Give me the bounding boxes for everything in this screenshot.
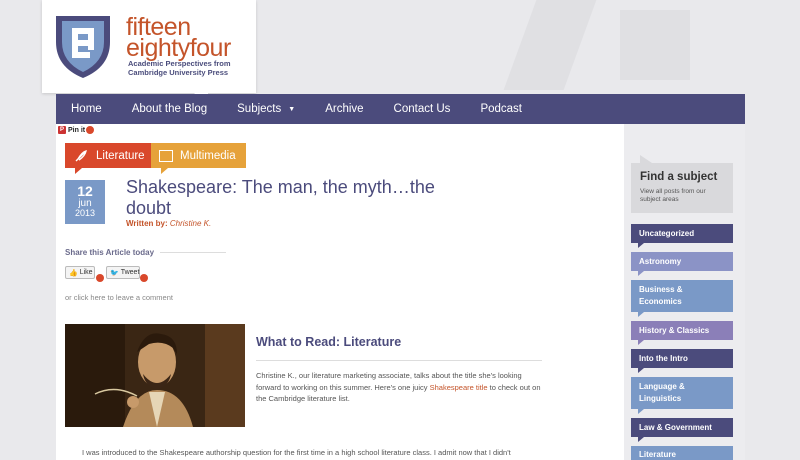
nav-label: Podcast [480,103,522,115]
notification-dot-icon [96,274,104,282]
brand-line-2: eightyfour [126,34,231,62]
sidebar-item-tail [638,340,644,345]
date-year: 2013 [74,208,96,218]
pin-it-button[interactable]: P Pin it [58,126,95,134]
section-heading: What to Read: Literature [256,335,402,349]
body-paragraph: I was introduced to the Shakespeare auth… [82,448,511,457]
sidebar-item-label: Law & Government [639,422,712,432]
byline: Written by: Christine K. [126,219,211,228]
sidebar-item-label: Uncategorized [639,228,695,238]
main-nav: Home About the Blog Subjects ▼ Archive Co… [56,94,745,124]
tweet-button[interactable]: 🐦 Tweet [106,266,140,279]
sidebar-item-tail [638,312,644,317]
category-label: Literature [96,149,145,162]
pinterest-icon: P [58,126,66,134]
shakespeare-title-link[interactable]: Shakespeare title [430,383,488,392]
sidebar-item-label: Astronomy [639,256,682,266]
sidebar-item-uncategorized[interactable]: Uncategorized [631,224,733,248]
nav-label: About the Blog [131,103,208,115]
category-tail [75,168,82,174]
find-subject-box[interactable]: Find a subject View all posts from our s… [631,155,733,213]
nav-archive[interactable]: Archive [310,94,378,124]
thumbs-up-icon: 👍 [69,269,78,277]
nav-label: Home [71,103,102,115]
notification-dot-icon [140,274,148,282]
media-icon [159,149,173,162]
find-subject-title: Find a subject [640,171,718,183]
byline-label: Written by: [126,219,168,228]
find-flag-tail [640,155,652,163]
nav-subjects[interactable]: Subjects ▼ [222,94,310,124]
author-link[interactable]: Christine K. [170,219,211,228]
sidebar-item-tail [638,409,644,414]
portrait-illustration [65,324,245,427]
twitter-bird-icon: 🐦 [110,269,119,277]
sidebar-item-label: Into the Intro [639,353,688,363]
sidebar-item-label: Business & Economics [639,285,683,306]
sidebar-item-history-classics[interactable]: History & Classics [631,321,733,345]
sidebar-item-language-linguistics[interactable]: Language & Linguistics [631,377,733,414]
category-multimedia[interactable]: Multimedia [151,143,246,174]
sidebar-item-business-economics[interactable]: Business & Economics [631,280,733,317]
sidebar-item-law-government[interactable]: Law & Government [631,418,733,442]
nav-about[interactable]: About the Blog [117,94,222,124]
sidebar-item-tail [638,243,644,248]
notification-dot-icon [86,126,95,134]
background-shape [620,10,690,80]
find-subject-subtitle: View all posts from our subject areas [640,188,706,204]
post-title[interactable]: Shakespeare: The man, the myth…the doubt [126,177,456,218]
sidebar-item-label: Literature [639,450,676,459]
sidebar-item-tail [638,271,644,276]
nav-podcast[interactable]: Podcast [465,94,537,124]
divider [160,252,226,253]
nav-contact[interactable]: Contact Us [379,94,466,124]
background-shape [503,0,597,90]
nav-label: Archive [325,103,364,115]
share-heading: Share this Article today [65,248,155,257]
main-content: P Pin it Literature Multimedia 12 jun 20… [56,124,620,460]
sidebar: Find a subject View all posts from our s… [620,124,745,460]
sidebar-item-label: History & Classics [639,325,710,335]
tweet-label: Tweet [120,269,140,276]
nav-label: Subjects [237,103,282,115]
sidebar-item-into-the-intro[interactable]: Into the Intro [631,349,733,373]
pin-it-label: Pin it [68,126,86,134]
site-logo[interactable]: fifteen eightyfour Academic Perspectives… [42,0,256,105]
sidebar-item-literature[interactable]: Literature [631,446,733,460]
category-tail [161,168,168,174]
leave-comment-link[interactable]: or click here to leave a comment [65,293,173,302]
nav-label: Contact Us [393,103,451,115]
brand-tagline: Academic Perspectives from Cambridge Uni… [128,59,231,77]
category-literature[interactable]: Literature [65,143,151,174]
sidebar-item-astronomy[interactable]: Astronomy [631,252,733,276]
date-day: 12 [77,183,93,199]
sidebar-item-tail [638,368,644,373]
intro-paragraph: Christine K., our literature marketing a… [256,370,546,405]
chevron-down-icon: ▼ [288,105,296,113]
category-label: Multimedia [180,149,236,162]
sidebar-item-tail [638,437,644,442]
shield-logo-icon [56,16,110,78]
facebook-like-button[interactable]: 👍 Like [65,266,95,279]
divider [256,360,542,361]
post-photo [65,324,245,427]
quill-icon [75,149,87,161]
like-label: Like [79,269,93,276]
sidebar-item-label: Language & Linguistics [639,382,685,403]
nav-home[interactable]: Home [56,94,117,124]
post-date: 12 jun 2013 [65,180,105,224]
